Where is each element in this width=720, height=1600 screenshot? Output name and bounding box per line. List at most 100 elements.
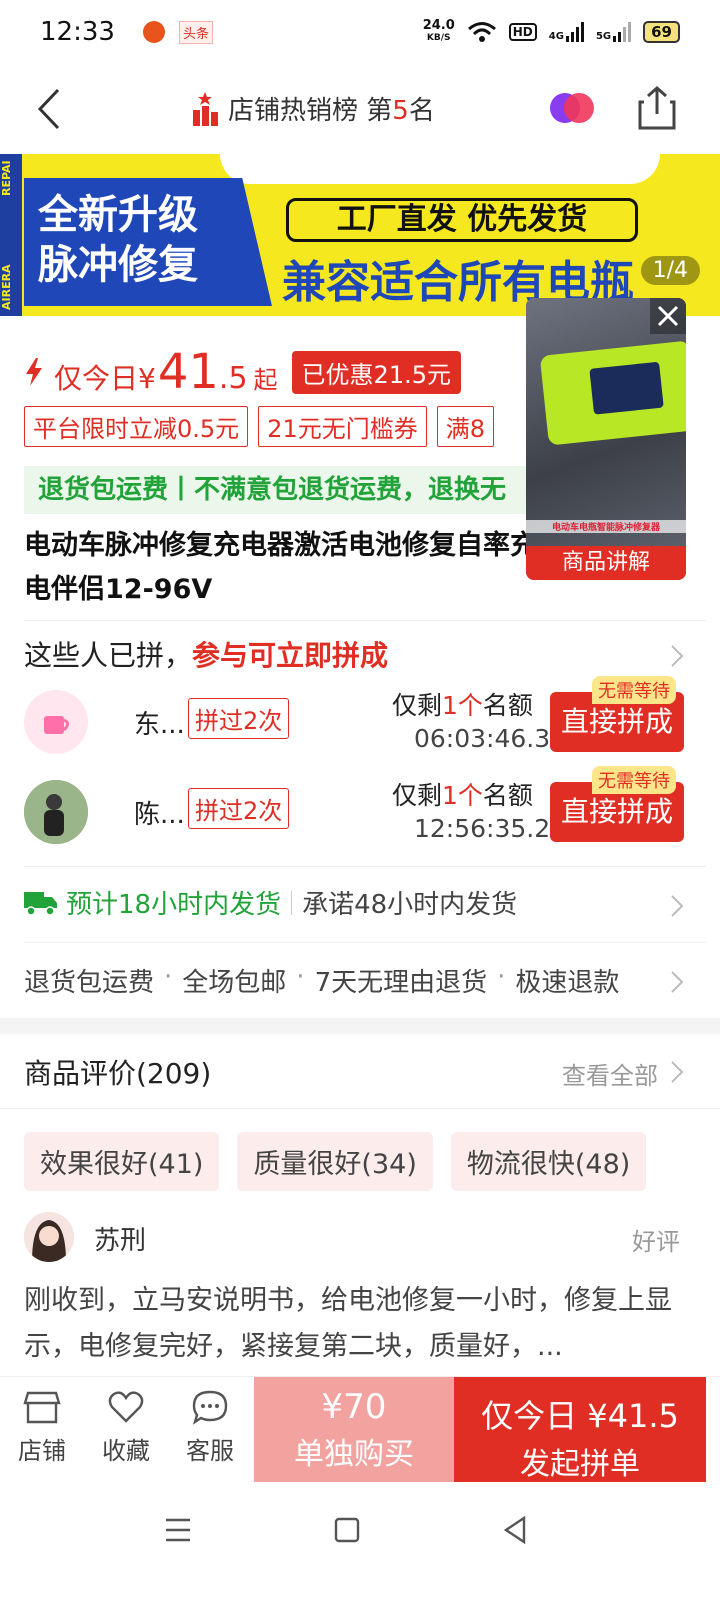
start-group-button[interactable]: 仅今日 ¥41.5 发起拼单 xyxy=(454,1377,706,1483)
lightning-icon xyxy=(26,358,42,386)
status-indicators: 24.0 KB/S HD 4G 5G 69 xyxy=(423,19,680,45)
menu-icon[interactable] xyxy=(158,1510,198,1550)
rank-bars-icon xyxy=(193,91,218,126)
reviewer-avatar xyxy=(24,1212,74,1262)
truck-icon xyxy=(24,891,57,916)
solo-price: ¥70 xyxy=(321,1387,387,1427)
avatar xyxy=(24,780,88,844)
back-nav-icon[interactable] xyxy=(496,1510,536,1550)
member-count-badge: 拼过2次 xyxy=(188,788,290,829)
avatar xyxy=(24,690,88,754)
cup-avatar-icon xyxy=(44,716,69,734)
service-item: 7天无理由退货 xyxy=(314,968,488,998)
shipping-promise: 承诺48小时内发货 xyxy=(302,890,518,920)
share-icon[interactable] xyxy=(636,84,678,132)
divider xyxy=(24,866,706,867)
see-all-reviews-link[interactable]: 查看全部 xyxy=(562,1056,658,1091)
overlap-circles-icon[interactable] xyxy=(548,86,596,130)
product-video-float[interactable]: 电动车电瓶智能脉冲修复器 商品讲解 xyxy=(526,298,686,580)
chevron-right-icon[interactable] xyxy=(670,1060,684,1084)
group-row: 陈... 拼过2次 仅剩1个名额 12:56:35.2 直接拼成 无需等待 xyxy=(24,766,694,852)
nav-bar: 店铺热销榜 第5名 xyxy=(0,64,720,154)
rank-suffix: 名 xyxy=(408,96,435,126)
rank-number: 5 xyxy=(392,96,409,126)
service-guarantees[interactable]: 退货包运费 · 全场包邮 · 7天无理由退货 · 极速退款 xyxy=(24,962,619,999)
status-bar: 12:33 头条 24.0 KB/S HD 4G 5G 69 xyxy=(0,0,720,64)
no-wait-tag: 无需等待 xyxy=(592,676,676,704)
shipping-estimate: 预计18小时内发货 xyxy=(66,890,282,920)
divider xyxy=(24,620,706,621)
group-row: 东... 拼过2次 仅剩1个名额 06:03:46.3 直接拼成 无需等待 xyxy=(24,676,694,762)
weibo-app-icon xyxy=(142,20,165,43)
return-policy-banner[interactable]: 退货包运费丨不满意包退货运费，退换无 xyxy=(24,466,544,514)
shop-button[interactable]: 店铺 xyxy=(12,1389,72,1466)
video-caption: 电动车电瓶智能脉冲修复器 xyxy=(526,520,686,533)
banner-headline: 全新升级 脉冲修复 xyxy=(24,178,272,306)
group-label: 发起拼单 xyxy=(520,1447,640,1482)
banner-box-text: 工厂直发 优先发货 xyxy=(286,198,638,242)
heart-icon xyxy=(108,1391,144,1423)
review-rating: 好评 xyxy=(632,1228,680,1256)
reviewer-name: 苏刑 xyxy=(94,1226,147,1256)
solo-label: 单独购买 xyxy=(294,1437,414,1472)
coupon-list: 平台限时立减0.5元 21元无门槛券 满8 xyxy=(24,406,494,447)
status-time: 12:33 xyxy=(40,17,115,47)
discount-badge: 已优惠21.5元 xyxy=(291,350,461,394)
chevron-right-icon[interactable] xyxy=(670,894,684,918)
service-item: 全场包邮 xyxy=(182,968,287,998)
coupon-tag[interactable]: 21元无门槛券 xyxy=(258,406,427,447)
group-heading[interactable]: 这些人已拼，参与可立即拼成 xyxy=(24,634,388,674)
remaining-slots: 仅剩1个名额 xyxy=(392,691,533,720)
review-tag[interactable]: 质量很好(34) xyxy=(237,1132,433,1191)
status-app-icons: 头条 xyxy=(142,20,213,44)
chat-icon xyxy=(192,1390,228,1425)
member-name: 东... xyxy=(134,710,185,740)
network-speed: 24.0 KB/S xyxy=(422,18,455,43)
reviews-heading: 商品评价(209) xyxy=(24,1057,212,1090)
toutiao-app-icon: 头条 xyxy=(178,20,213,44)
member-name: 陈... xyxy=(134,800,185,830)
coupon-tag[interactable]: 平台限时立减0.5元 xyxy=(24,406,249,447)
review-text[interactable]: 刚收到，立马安说明书，给电池修复一小时，修复上显示，电修复完好，紧接复第二块，质… xyxy=(24,1278,684,1370)
chevron-right-icon[interactable] xyxy=(670,644,684,668)
store-rank[interactable]: 店铺热销榜 第5名 xyxy=(190,90,435,127)
banner-side-strip: AIRERA REPAI xyxy=(0,154,22,316)
no-wait-tag: 无需等待 xyxy=(592,766,676,794)
service-item: 极速退款 xyxy=(515,968,620,998)
rank-label: 店铺热销榜 第 xyxy=(228,96,393,126)
home-icon[interactable] xyxy=(327,1510,367,1550)
price-integer: 41 xyxy=(157,344,219,400)
divider xyxy=(24,942,706,943)
favorite-button[interactable]: 收藏 xyxy=(96,1389,156,1466)
video-thumbnail: 电动车电瓶智能脉冲修复器 xyxy=(526,298,686,546)
service-item: 退货包运费 xyxy=(24,968,155,998)
price-label: 仅今日 xyxy=(54,362,139,395)
close-icon[interactable] xyxy=(650,298,686,334)
price-row: 仅今日 ¥ 41 .5 起 已优惠21.5元 xyxy=(24,344,461,400)
group-price: 仅今日 ¥41.5 xyxy=(481,1397,679,1435)
section-gap xyxy=(0,1018,720,1034)
battery-icon: 69 xyxy=(643,21,680,43)
countdown-timer: 06:03:46.3 xyxy=(414,724,551,753)
charger-image xyxy=(539,340,686,446)
system-navigation-bar xyxy=(0,1482,720,1600)
divider xyxy=(0,1108,720,1109)
coupon-tag[interactable]: 满8 xyxy=(436,406,494,447)
buy-alone-button[interactable]: ¥70 单独购买 xyxy=(254,1377,454,1483)
shipping-row[interactable]: 预计18小时内发货 承诺48小时内发货 xyxy=(24,884,517,921)
image-counter: 1/4 xyxy=(640,256,700,285)
countdown-timer: 12:56:35.2 xyxy=(414,814,551,843)
video-label: 商品讲解 xyxy=(526,546,686,580)
product-banner[interactable]: AIRERA REPAI 全新升级 脉冲修复 工厂直发 优先发货 兼容适合所有电… xyxy=(0,154,720,316)
chevron-right-icon[interactable] xyxy=(670,970,684,994)
member-count-badge: 拼过2次 xyxy=(188,698,290,739)
customer-service-button[interactable]: 客服 xyxy=(180,1389,240,1466)
price-decimal: .5 xyxy=(218,361,248,396)
reviewer-avatar-image xyxy=(24,1212,74,1262)
back-icon[interactable] xyxy=(30,84,70,134)
review-tag[interactable]: 效果很好(41) xyxy=(24,1132,220,1191)
review-tag[interactable]: 物流很快(48) xyxy=(450,1132,647,1191)
signal-4g-icon: 4G xyxy=(549,22,584,42)
shop-icon xyxy=(23,1391,61,1424)
product-title: 电动车脉冲修复充电器激活电池修复自率充电伴侣12-96V xyxy=(24,530,537,605)
